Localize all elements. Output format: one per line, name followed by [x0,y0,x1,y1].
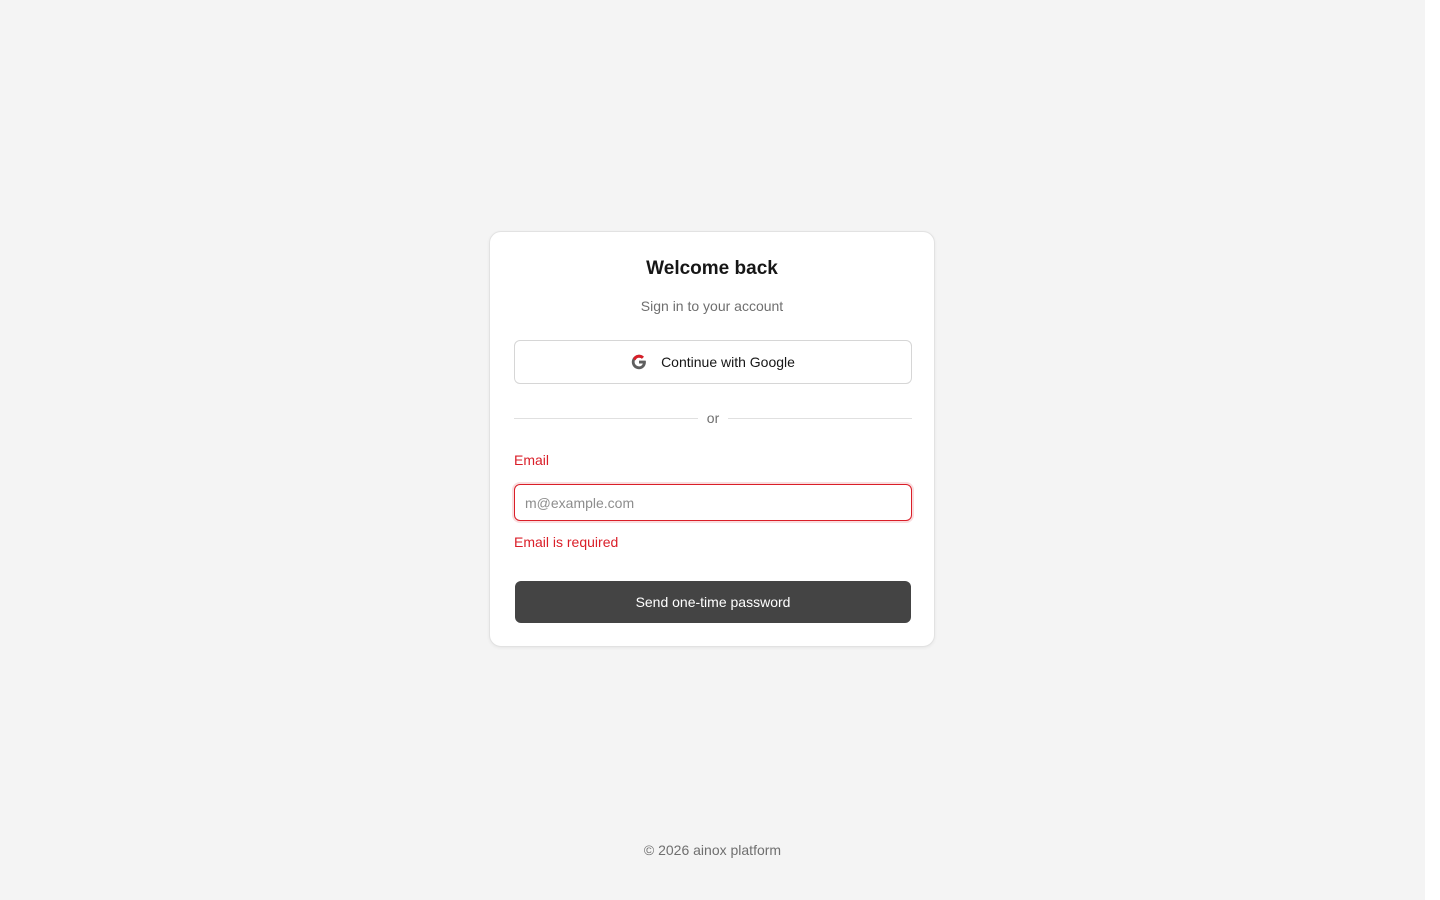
card-subtitle: Sign in to your account [640,298,784,314]
send-one-time-password-button[interactable]: Send one-time password [515,581,911,623]
or-divider: or [514,408,913,428]
card-title: Welcome back [646,258,778,279]
email-input[interactable] [514,484,912,521]
google-icon [631,354,647,370]
continue-with-google-button[interactable]: Continue with Google [514,340,912,384]
email-error-message: Email is required [514,534,619,550]
google-button-label: Continue with Google [661,354,795,370]
divider-line-right [728,417,913,419]
divider-text: or [706,410,720,426]
email-label: Email [514,452,550,468]
divider-line-left [514,417,698,419]
footer-copyright: © 2026 ainox platform [643,842,782,858]
login-card: Welcome back Sign in to your account Con… [489,231,935,647]
